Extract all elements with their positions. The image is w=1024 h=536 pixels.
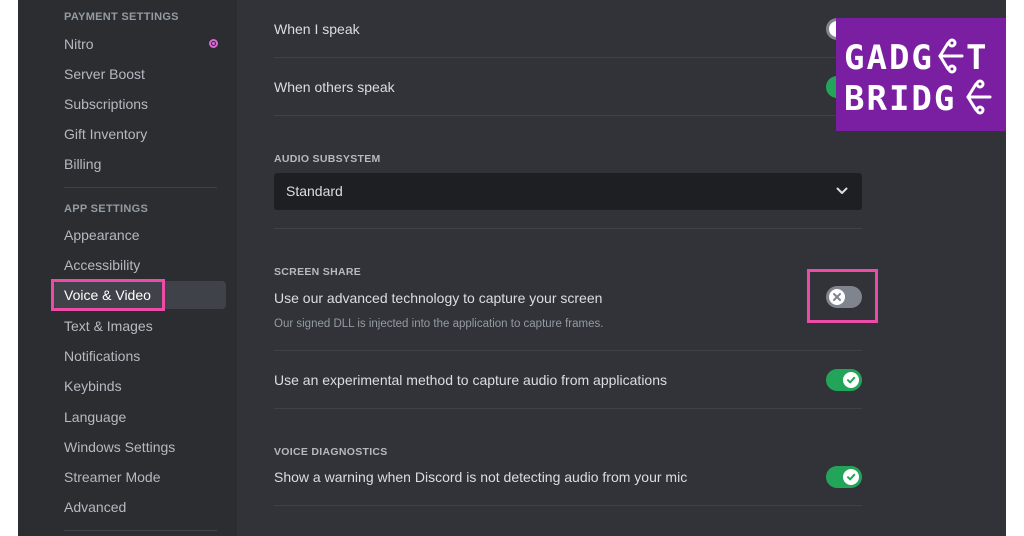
sidebar-item-keybinds[interactable]: Keybinds (54, 372, 226, 400)
circuit-e-icon (966, 79, 992, 115)
row-divider (274, 350, 862, 351)
gadget-bridge-logo: GADG BRIDG T (836, 18, 1006, 131)
voice-diagnostics-header: VOICE DIAGNOSTICS (274, 446, 388, 458)
sidebar-item-appearance[interactable]: Appearance (54, 221, 226, 249)
sidebar-item-label: Appearance (64, 227, 140, 243)
sidebar-item-notifications[interactable]: Notifications (54, 342, 226, 370)
screen-share-toggle[interactable] (826, 286, 862, 308)
logo-line-2: BRIDG (844, 79, 956, 119)
sidebar-item-gift-inventory[interactable]: Gift Inventory (54, 120, 226, 148)
sidebar-item-label: Language (64, 409, 127, 425)
screen-share-note: Our signed DLL is injected into the appl… (274, 318, 604, 330)
when-i-speak-label: When I speak (274, 21, 360, 37)
sidebar-item-label: Notifications (64, 348, 141, 364)
app-settings-header: APP SETTINGS (64, 203, 149, 215)
sidebar-item-label: Nitro (64, 36, 94, 52)
sidebar-item-voice-video[interactable]: Voice & Video (54, 281, 226, 309)
audio-subsystem-value: Standard (286, 183, 343, 199)
chevron-down-icon (836, 187, 848, 194)
checkmark-icon (847, 376, 856, 384)
sidebar-item-label: Text & Images (64, 318, 153, 334)
svg-text:T: T (966, 38, 986, 78)
sidebar-divider (64, 530, 217, 531)
sidebar-item-windows-settings[interactable]: Windows Settings (54, 433, 226, 461)
sidebar-item-label: Streamer Mode (64, 469, 161, 485)
settings-sidebar: PAYMENT SETTINGS Nitro Server Boost Subs… (18, 0, 237, 536)
toggle-knob (843, 469, 859, 485)
sidebar-item-nitro[interactable]: Nitro (54, 30, 226, 58)
toggle-knob (829, 289, 845, 305)
row-divider (274, 57, 862, 58)
sidebar-item-label: Voice & Video (64, 287, 151, 303)
sidebar-item-streamer-mode[interactable]: Streamer Mode (54, 463, 226, 491)
sidebar-divider (64, 187, 217, 188)
sidebar-item-server-boost[interactable]: Server Boost (54, 60, 226, 88)
sidebar-item-text-images[interactable]: Text & Images (54, 312, 226, 340)
toggle-knob (843, 372, 859, 388)
payment-settings-header: PAYMENT SETTINGS (64, 11, 179, 23)
experimental-audio-label: Use an experimental method to capture au… (274, 372, 667, 388)
voice-diagnostics-toggle[interactable] (826, 466, 862, 488)
when-others-speak-label: When others speak (274, 79, 395, 95)
audio-subsystem-header: AUDIO SUBSYSTEM (274, 153, 381, 165)
circuit-e-icon (938, 38, 964, 74)
sidebar-item-label: Advanced (64, 499, 127, 515)
voice-diagnostics-label: Show a warning when Discord is not detec… (274, 469, 688, 485)
sidebar-item-language[interactable]: Language (54, 403, 226, 431)
nitro-icon (209, 39, 218, 48)
row-divider (274, 505, 862, 506)
logo-line-1: GADG (844, 38, 934, 78)
logo-wordmark: GADG BRIDG T (844, 38, 992, 119)
row-divider (274, 115, 862, 116)
sidebar-item-advanced[interactable]: Advanced (54, 493, 226, 521)
sidebar-item-label: Gift Inventory (64, 126, 148, 142)
sidebar-item-billing[interactable]: Billing (54, 150, 226, 178)
sidebar-item-label: Server Boost (64, 66, 145, 82)
sidebar-item-accessibility[interactable]: Accessibility (54, 251, 226, 279)
screen-share-label: Use our advanced technology to capture y… (274, 290, 603, 306)
sidebar-item-subscriptions[interactable]: Subscriptions (54, 90, 226, 118)
row-divider (274, 408, 862, 409)
checkmark-icon (847, 473, 856, 481)
close-icon (833, 293, 841, 301)
screen-share-header: SCREEN SHARE (274, 266, 362, 278)
sidebar-item-label: Accessibility (64, 257, 141, 273)
row-divider (274, 228, 862, 229)
sidebar-item-label: Keybinds (64, 378, 122, 394)
audio-subsystem-select[interactable]: Standard (274, 173, 862, 210)
experimental-audio-toggle[interactable] (826, 369, 862, 391)
sidebar-item-label: Windows Settings (64, 439, 176, 455)
sidebar-item-label: Subscriptions (64, 96, 149, 112)
sidebar-item-label: Billing (64, 156, 102, 172)
